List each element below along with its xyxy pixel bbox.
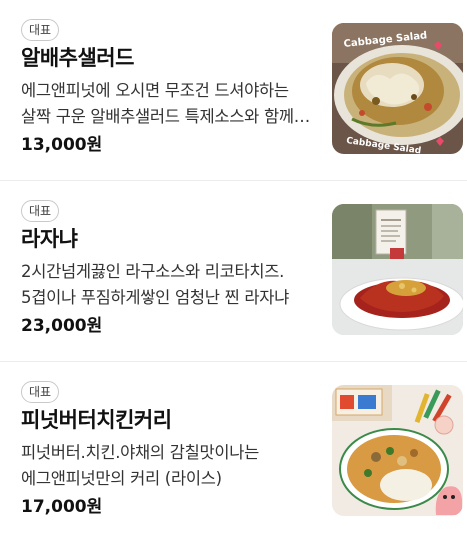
signature-badge: 대표 <box>21 381 60 403</box>
menu-item-cabbage-salad[interactable]: 대표 알배추샐러드 에그앤피넛에 오시면 무조건 드셔야하는 살짝 구운 알배추… <box>0 0 467 181</box>
menu-price: 13,000원 <box>21 135 103 155</box>
signature-badge: 대표 <box>21 200 60 222</box>
menu-description: 2시간넘게끓인 라구소스와 리코타치즈. 5겹이나 푸짐하게쌓인 엄청난 찐 라… <box>21 262 290 307</box>
menu-description: 에그앤피넛에 오시면 무조건 드셔야하는 살짝 구운 알배추샐러드 특제소스와 … <box>21 81 294 126</box>
menu-price: 23,000원 <box>21 316 103 336</box>
menu-list: 대표 알배추샐러드 에그앤피넛에 오시면 무조건 드셔야하는 살짝 구운 알배추… <box>0 0 467 542</box>
cabbage-salad-illustration: Cabbage Salad Cabbage Salad <box>332 23 463 154</box>
curry-illustration <box>332 385 463 516</box>
curry-photo[interactable] <box>332 385 463 516</box>
menu-name: 알배추샐러드 <box>21 46 134 70</box>
menu-name: 라자냐 <box>21 227 78 251</box>
menu-item-peanut-butter-chicken-curry[interactable]: 대표 피넛버터치킨커리 피넛버터.치킨.야채의 감칠맛이나는 에그앤피넛만의 커… <box>0 362 467 542</box>
menu-name: 피넛버터치킨커리 <box>21 408 172 432</box>
signature-badge: 대표 <box>21 19 60 41</box>
menu-description: 피넛버터.치킨.야채의 감칠맛이나는 에그앤피넛만의 커리 (라이스) <box>21 443 260 488</box>
menu-item-lasagna[interactable]: 대표 라자냐 2시간넘게끓인 라구소스와 리코타치즈. 5겹이나 푸짐하게쌓인 … <box>0 181 467 362</box>
lasagna-photo[interactable] <box>332 204 463 335</box>
lasagna-illustration <box>332 204 463 335</box>
menu-price: 17,000원 <box>21 497 103 517</box>
cabbage-salad-photo[interactable]: Cabbage Salad Cabbage Salad <box>332 23 463 154</box>
